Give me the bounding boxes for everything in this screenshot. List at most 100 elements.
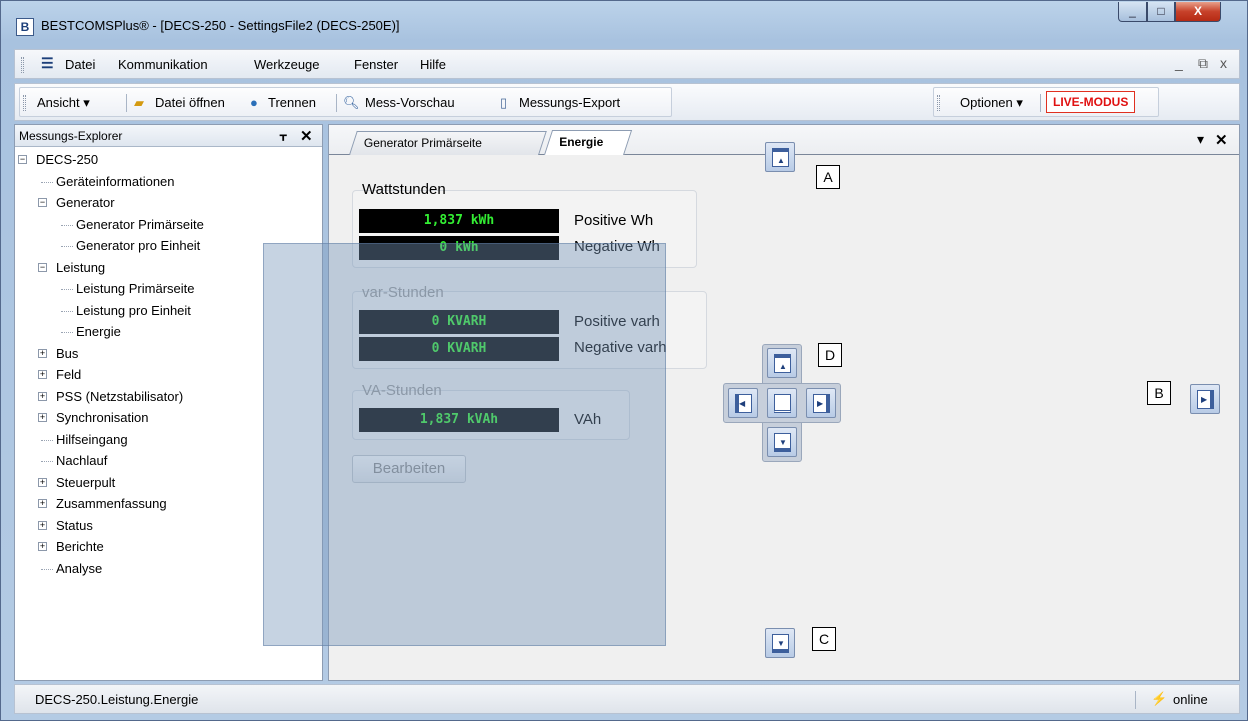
expand-icon[interactable]: + <box>38 499 47 508</box>
tab-list-dropdown-icon[interactable]: ▾ <box>1197 131 1204 148</box>
live-mode-badge[interactable]: LIVE-MODUS <box>1046 91 1136 113</box>
close-window-button[interactable]: X <box>1175 2 1221 22</box>
guide-label-b: B <box>1147 381 1171 405</box>
tree-item[interactable]: Generator <box>56 194 115 214</box>
menu-werkzeuge[interactable]: Werkzeuge <box>254 57 320 72</box>
collapse-icon[interactable]: − <box>38 262 47 272</box>
tree-item-label: Generator pro Einheit <box>76 238 201 253</box>
tree-item-label: Analyse <box>56 560 103 576</box>
mdi-close-icon[interactable]: x <box>1220 55 1227 71</box>
tree-item[interactable]: Feld <box>56 366 81 386</box>
connection-icon: ⚡ <box>1151 691 1168 706</box>
dock-top-guide[interactable]: ▲ <box>765 142 795 172</box>
toolbar-separator <box>336 94 337 112</box>
toolbar-separator <box>1040 94 1041 112</box>
window-title: BESTCOMSPlus® - [DECS-250 - SettingsFile… <box>41 18 400 33</box>
tree-item[interactable]: Nachlauf <box>56 452 107 472</box>
tab-energie[interactable]: Energie <box>544 130 633 155</box>
collapse-icon[interactable]: − <box>38 198 47 207</box>
tree-item[interactable]: Berichte <box>56 538 104 558</box>
open-file-button[interactable]: Datei öffnen <box>155 95 225 110</box>
document-export-icon: ▯ <box>500 95 508 110</box>
preview-button[interactable]: Mess-Vorschau <box>365 95 455 110</box>
application-window: B BESTCOMSPlus® - [DECS-250 - SettingsFi… <box>0 0 1248 721</box>
export-button[interactable]: Messungs-Export <box>519 95 620 110</box>
explorer-title: Messungs-Explorer <box>19 129 123 143</box>
explorer-header: Messungs-Explorer ᚁ ✕ <box>15 125 322 147</box>
menu-grip[interactable] <box>21 57 24 73</box>
tree-connector <box>41 181 53 183</box>
options-dropdown[interactable]: Optionen ▾ <box>960 95 1023 111</box>
magnifier-preview-icon: 🔍︎ <box>343 95 360 110</box>
document-system-icon[interactable]: ☰ <box>41 56 55 70</box>
menu-hilfe[interactable]: Hilfe <box>420 57 446 72</box>
tree-item[interactable]: PSS (Netzstabilisator) <box>56 388 183 408</box>
tree-item-label: Leistung Primärseite <box>76 281 195 296</box>
expand-icon[interactable]: + <box>38 413 47 422</box>
tree-item[interactable]: Energie <box>76 323 121 343</box>
menu-kommunikation[interactable]: Kommunikation <box>118 57 208 72</box>
status-path: DECS-250.Leistung.Energie <box>35 692 199 707</box>
menu-fenster[interactable]: Fenster <box>354 57 398 72</box>
tree-item[interactable]: Analyse <box>56 560 102 580</box>
pin-icon[interactable]: ᚁ <box>280 127 286 143</box>
tree-item[interactable]: Status <box>56 517 93 537</box>
watt-positive-label: Positive Wh <box>574 212 654 229</box>
tree-connector <box>61 289 73 290</box>
title-bar: B BESTCOMSPlus® - [DECS-250 - SettingsFi… <box>1 1 1248 47</box>
tree-item[interactable]: Geräteinformationen <box>56 173 175 193</box>
view-dropdown[interactable]: Ansicht ▾ <box>37 95 90 111</box>
toolbar-grip[interactable] <box>937 95 940 111</box>
tree-item-label: Hilfseingang <box>56 431 128 447</box>
mdi-restore-icon[interactable]: ⧉ <box>1198 55 1208 72</box>
minimize-button[interactable]: _ <box>1118 2 1147 22</box>
tree-item[interactable]: Synchronisation <box>56 409 149 429</box>
tree-item-label: Synchronisation <box>56 410 149 425</box>
toolbar-grip[interactable] <box>23 95 26 111</box>
tree-connector <box>41 461 53 462</box>
connection-status: online <box>1173 692 1208 707</box>
tab-label: Generator Primärseite <box>363 136 482 150</box>
collapse-icon[interactable]: − <box>18 155 27 164</box>
expand-icon[interactable]: + <box>38 370 47 379</box>
globe-disconnect-icon: ● <box>250 95 258 110</box>
arrow-down-icon: ▼ <box>779 438 787 447</box>
maximize-button[interactable]: □ <box>1147 2 1175 22</box>
tree-connector <box>61 224 73 226</box>
tree-item[interactable]: Bus <box>56 345 78 365</box>
status-bar: DECS-250.Leistung.Energie ⚡ online <box>14 684 1240 714</box>
expand-icon[interactable]: + <box>38 391 47 401</box>
tree-item[interactable]: Leistung Primärseite <box>76 280 195 300</box>
tree-item[interactable]: Leistung <box>56 259 105 279</box>
expand-icon[interactable]: + <box>38 520 47 530</box>
tab-generator-primaerseite[interactable]: Generator Primärseite <box>349 131 547 155</box>
tree-item[interactable]: Leistung pro Einheit <box>76 302 191 322</box>
dock-center-right-guide[interactable]: ▶ <box>806 388 836 418</box>
tree-item[interactable]: Generator pro Einheit <box>76 237 200 257</box>
close-panel-icon[interactable]: ✕ <box>300 127 313 145</box>
disconnect-button[interactable]: Trennen <box>268 95 316 110</box>
menu-datei[interactable]: Datei <box>65 57 95 72</box>
dock-right-guide[interactable]: ▶ <box>1190 384 1220 414</box>
expand-icon[interactable]: + <box>38 477 47 487</box>
tree-item[interactable]: DECS-250 <box>36 151 98 171</box>
dock-center-bottom-guide[interactable]: ▼ <box>767 427 797 457</box>
dock-center-left-guide[interactable]: ◀ <box>728 388 758 418</box>
tree-item[interactable]: Generator Primärseite <box>76 216 204 236</box>
watt-positive-display: 1,837 kWh <box>359 209 559 233</box>
tree-item[interactable]: Zusammenfassung <box>56 495 167 515</box>
dock-center-tab-guide[interactable] <box>767 388 797 418</box>
tab-label: Energie <box>559 135 604 149</box>
dock-center-top-guide[interactable]: ▲ <box>767 348 797 378</box>
tree-item-label: Geräteinformationen <box>56 173 175 189</box>
dock-bottom-guide[interactable]: ▼ <box>765 628 795 658</box>
arrow-up-icon: ▲ <box>777 156 785 165</box>
expand-icon[interactable]: + <box>38 348 47 358</box>
tree-item[interactable]: Steuerpult <box>56 474 115 494</box>
mdi-minimize-icon[interactable]: _ <box>1175 55 1183 71</box>
tree-connector <box>61 332 73 333</box>
status-separator <box>1135 691 1136 709</box>
expand-icon[interactable]: + <box>38 542 47 551</box>
close-tab-icon[interactable]: ✕ <box>1215 131 1228 149</box>
tree-item[interactable]: Hilfseingang <box>56 431 128 451</box>
